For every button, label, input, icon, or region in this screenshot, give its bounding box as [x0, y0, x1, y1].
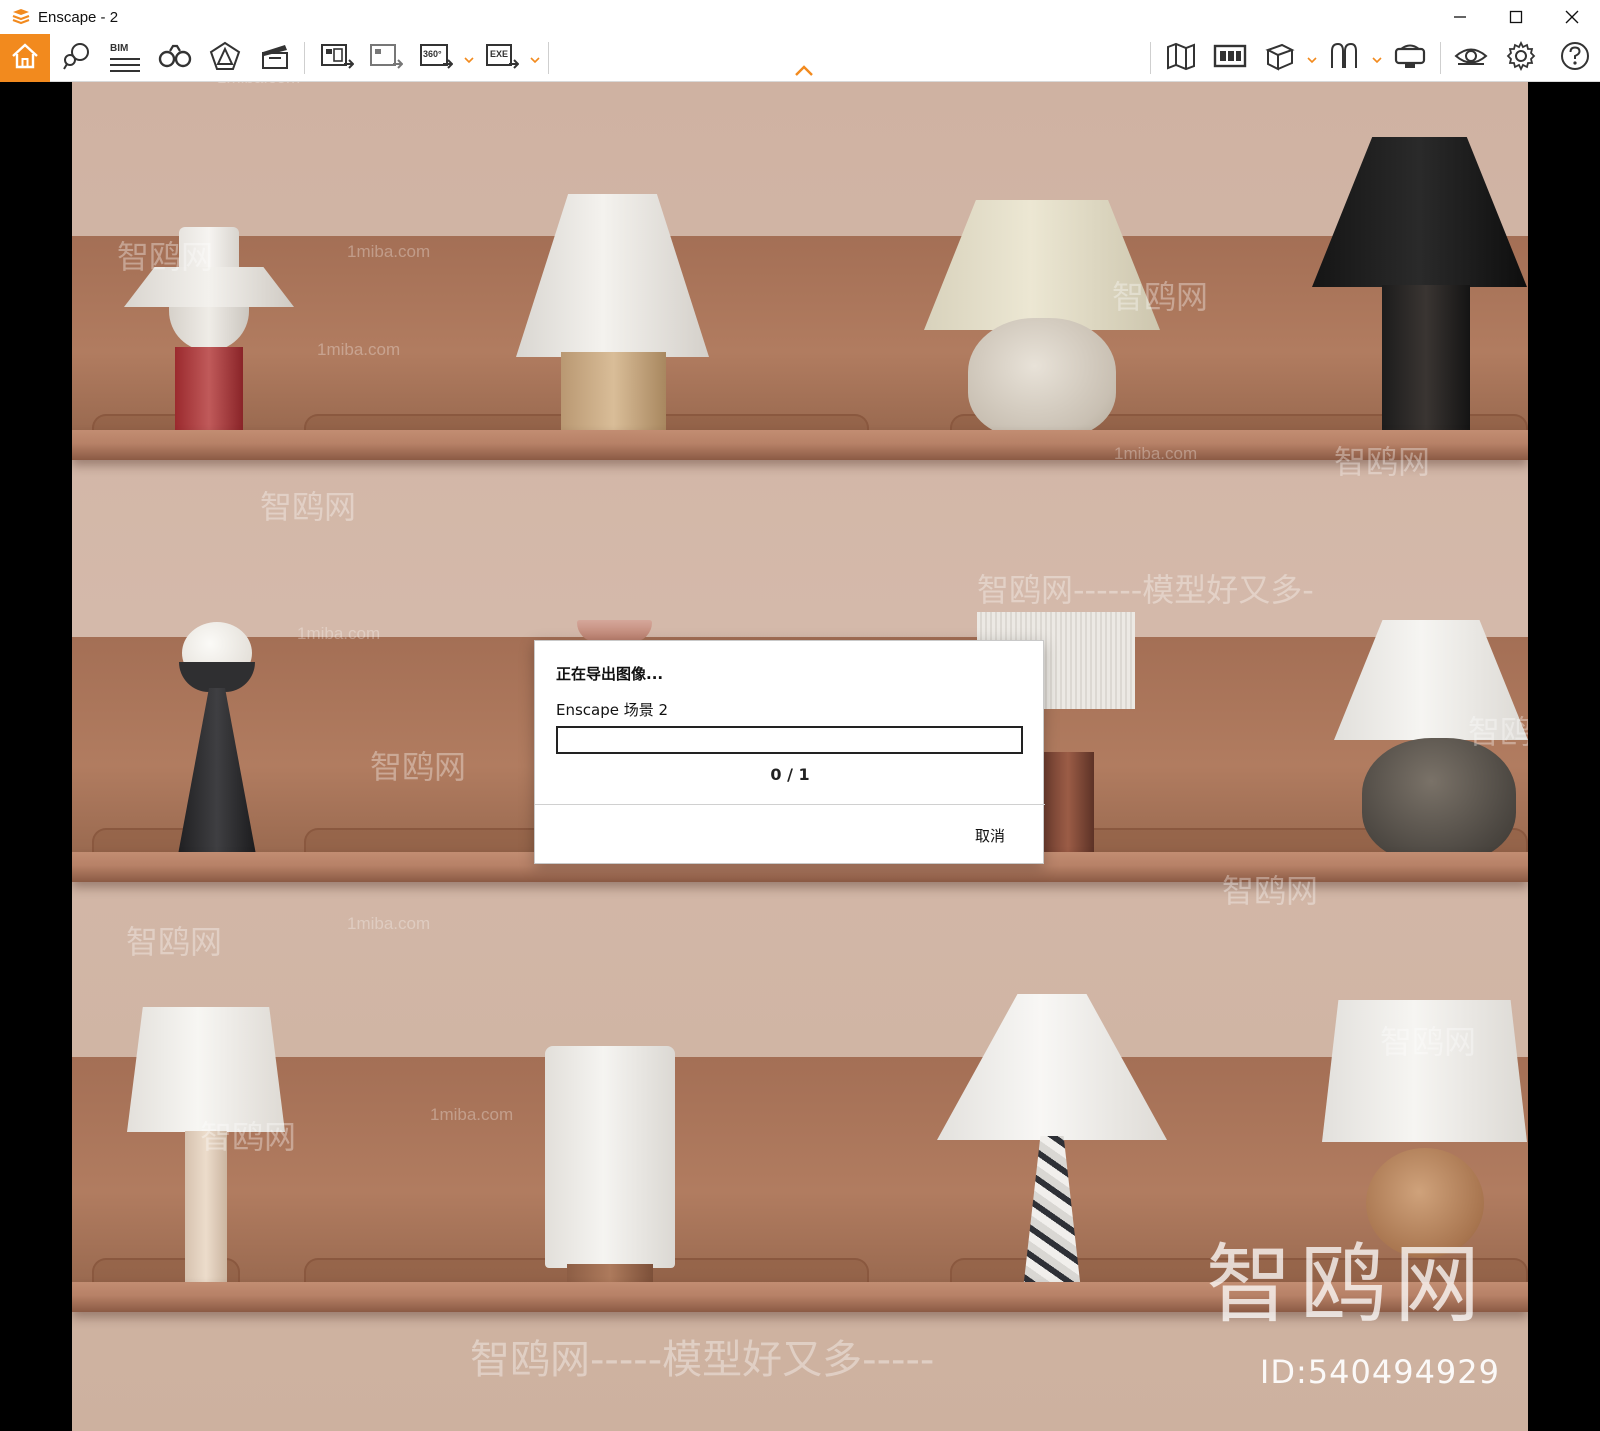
watermark-id: ID:540494929 — [1259, 1353, 1500, 1391]
close-button[interactable] — [1544, 0, 1600, 34]
views-button[interactable] — [1211, 39, 1249, 77]
cube-icon — [1264, 41, 1296, 75]
gear-icon — [1506, 40, 1536, 75]
video-editor-icon — [260, 41, 290, 75]
watermark: 智鸥网 — [1112, 278, 1209, 316]
screenshot-button[interactable] — [318, 39, 356, 77]
map-button[interactable] — [1162, 39, 1200, 77]
visual-settings-button[interactable] — [206, 39, 244, 77]
watermark: 智鸥网 — [1222, 872, 1319, 910]
watermark: 1miba.com — [297, 624, 381, 643]
watermark: 智鸥网 — [1380, 1023, 1477, 1061]
bim-button[interactable]: BIM — [106, 39, 144, 77]
lamp — [937, 994, 1167, 1290]
watermark: 智鸥网 — [260, 488, 357, 526]
lamp — [177, 622, 257, 862]
exe-dropdown[interactable] — [529, 53, 541, 63]
settings-button[interactable] — [1502, 39, 1540, 77]
lamp — [516, 194, 711, 439]
window-controls — [1432, 0, 1600, 34]
eye-button[interactable] — [1452, 39, 1490, 77]
toolbar-separator — [304, 42, 305, 74]
watermark: 智鸥网 — [126, 923, 223, 961]
chevron-up-icon — [794, 62, 814, 81]
chevron-down-icon — [1307, 49, 1317, 68]
walk-mode-button[interactable] — [156, 39, 194, 77]
vr-headset-icon — [1393, 41, 1427, 75]
cancel-button[interactable]: 取消 — [975, 825, 1005, 846]
panorama-dropdown[interactable] — [463, 53, 475, 63]
home-button[interactable] — [0, 34, 50, 82]
map-icon — [1165, 41, 1197, 75]
vr-button[interactable] — [1391, 39, 1429, 77]
views-icon — [1213, 42, 1247, 74]
title-bar: Enscape - 2 — [0, 0, 1600, 34]
lamp — [545, 1046, 675, 1291]
watermark: 1miba.com — [317, 340, 401, 359]
watermark: 1miba.com — [347, 914, 431, 933]
home-icon — [10, 42, 40, 74]
dialog-scene-name: Enscape 场景 2 — [556, 701, 669, 719]
lamp — [577, 620, 652, 642]
asset-library-icon — [60, 41, 92, 75]
watermark: 1miba.com — [1114, 444, 1198, 463]
bim-icon: BIM — [110, 43, 140, 74]
help-button[interactable] — [1558, 39, 1592, 77]
exe-export-icon: EXE — [485, 42, 520, 74]
toolbar-separator — [1440, 42, 1441, 74]
collaboration-dropdown[interactable] — [1371, 53, 1383, 63]
video-editor-button[interactable] — [256, 39, 294, 77]
maximize-button[interactable] — [1488, 0, 1544, 34]
visual-settings-icon — [208, 40, 242, 76]
export-progress-dialog: 正在导出图像... Enscape 场景 2 0 / 1 取消 — [534, 640, 1045, 864]
panorama-label: 360° — [423, 49, 442, 59]
collaboration-button[interactable] — [1325, 39, 1363, 77]
watermark: 智鸥网 — [117, 238, 214, 276]
window-title: Enscape - 2 — [38, 8, 119, 26]
asset-library-button[interactable] — [57, 39, 95, 77]
minimize-button[interactable] — [1432, 0, 1488, 34]
watermark: 1miba.com — [347, 242, 431, 261]
cube-button[interactable] — [1261, 39, 1299, 77]
collaboration-icon — [1328, 41, 1360, 75]
watermark: 1miba.com — [217, 82, 300, 88]
toolbar-separator — [1150, 42, 1151, 74]
lamp — [924, 200, 1162, 440]
watermark: 1miba.com — [430, 1105, 514, 1124]
wooden-shelf — [72, 430, 1528, 460]
watermark: 智鸥网 — [370, 748, 467, 786]
panorama-button[interactable]: 360° — [417, 39, 455, 77]
exe-label: EXE — [490, 49, 509, 59]
enscape-window: Enscape - 2 BIM 360° EXE 智鸥网 1miba.com 1… — [0, 0, 1600, 1431]
watermark: 智鸥网 — [1334, 443, 1431, 481]
screenshot-export-icon — [320, 42, 355, 74]
batch-render-button[interactable] — [367, 39, 405, 77]
chevron-down-icon — [1372, 49, 1382, 68]
toolbar-separator — [548, 42, 549, 74]
chevron-down-icon — [530, 49, 540, 68]
batch-render-icon — [369, 42, 404, 74]
lamp — [1312, 137, 1527, 439]
dialog-divider — [535, 804, 1045, 805]
enscape-logo-icon — [10, 6, 32, 28]
exe-export-button[interactable]: EXE — [483, 39, 521, 77]
toolbar: BIM 360° EXE — [0, 34, 1600, 82]
export-progress-bar — [556, 726, 1023, 754]
bim-label: BIM — [110, 42, 129, 54]
chevron-down-icon — [464, 49, 474, 68]
watermark-logo: 智鸥网 — [1206, 1235, 1488, 1335]
collapse-toolbar-button[interactable] — [792, 62, 816, 80]
panorama-360-icon: 360° — [419, 42, 454, 74]
watermark: 智鸥网 — [1468, 713, 1528, 751]
help-icon — [1560, 41, 1590, 75]
watermark: 智鸥网------模型好又多- — [977, 571, 1314, 609]
watermark: 智鸥网 — [200, 1118, 297, 1156]
progress-count: 0 / 1 — [770, 765, 810, 784]
watermark: 智鸥网-----模型好又多----- — [470, 1337, 935, 1383]
binoculars-icon — [158, 43, 192, 73]
eye-icon — [1454, 43, 1488, 73]
cube-dropdown[interactable] — [1306, 53, 1318, 63]
dialog-heading: 正在导出图像... — [556, 665, 664, 683]
